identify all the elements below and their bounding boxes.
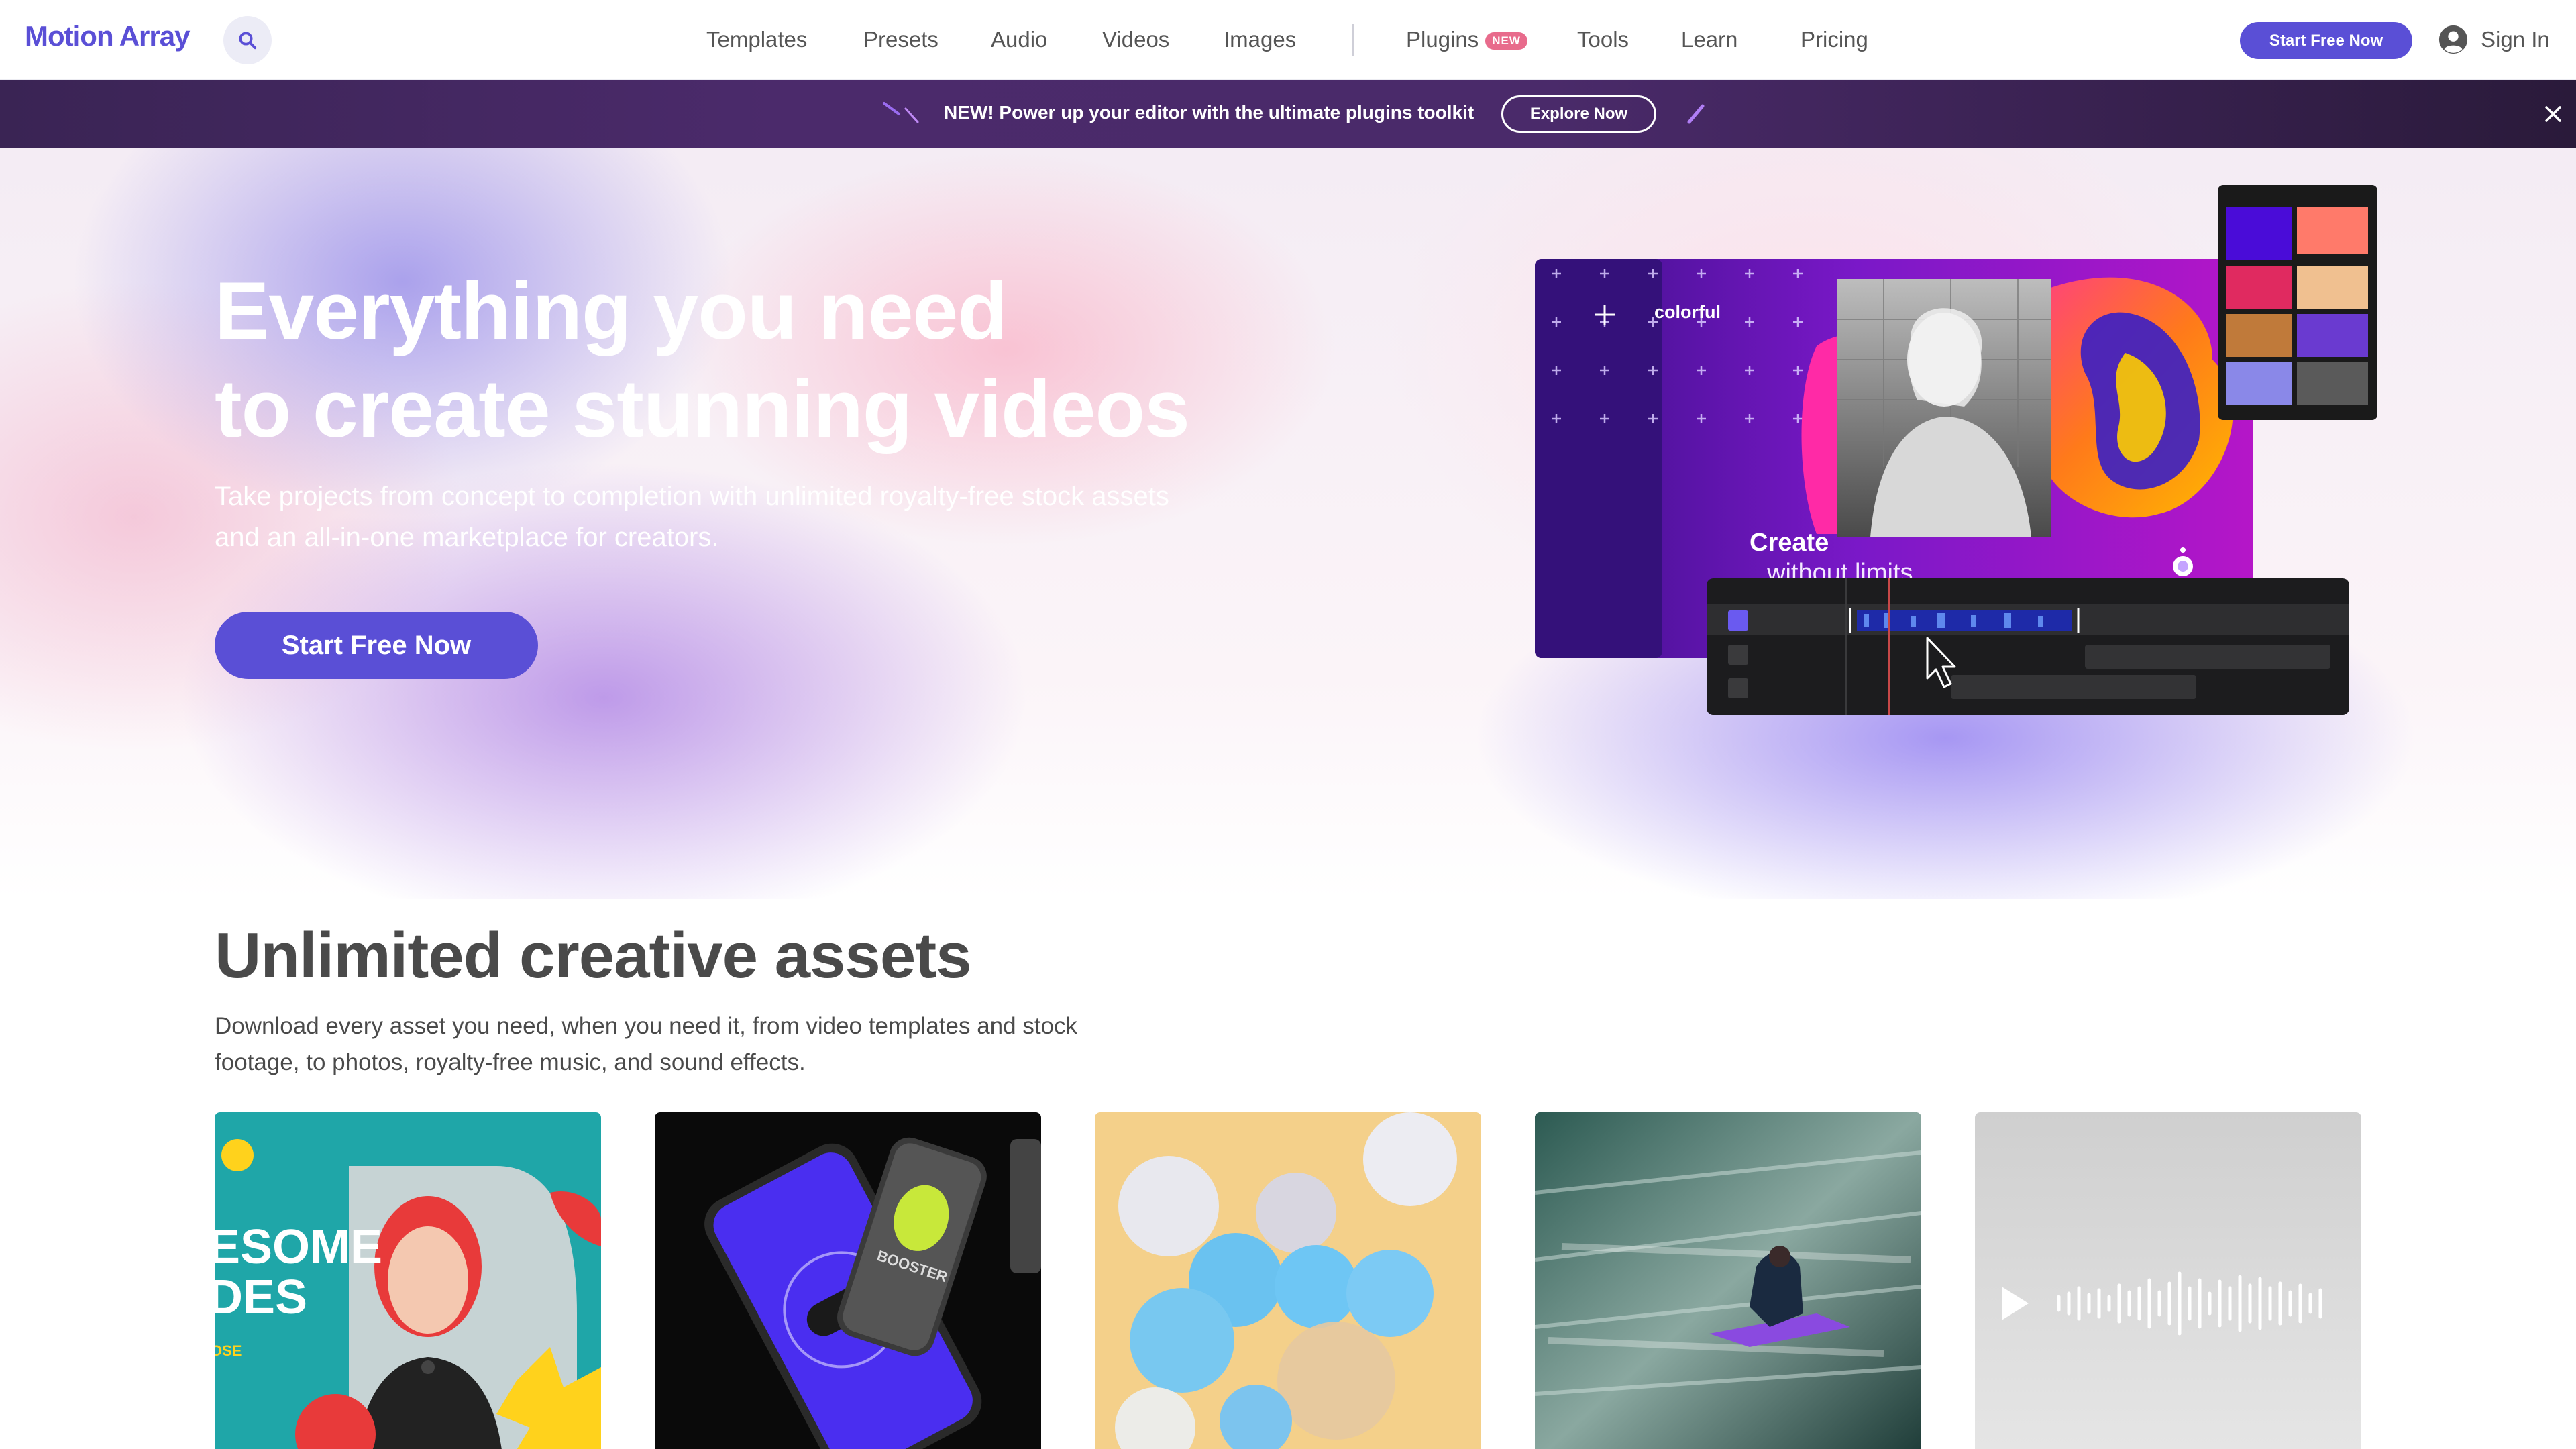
play-icon: [2002, 1287, 2029, 1320]
video-template-thumbnail: ESOME DES OSE: [215, 1139, 601, 1449]
new-badge: NEW: [1485, 32, 1527, 50]
surfer-thumbnail: [1535, 1112, 1921, 1449]
mockup-caption-1: Create: [1750, 529, 1829, 557]
colorful-tag: colorful: [1654, 302, 1721, 322]
hero-title-line-2: to create stunning videos: [215, 363, 1190, 454]
phone-mockup-thumbnail: BOOSTER: [704, 1137, 1041, 1449]
nav-audio[interactable]: Audio: [991, 27, 1047, 52]
nav-pricing[interactable]: Pricing: [1801, 27, 1868, 52]
logo[interactable]: Motion Array: [25, 20, 190, 52]
sign-in-link[interactable]: Sign In: [2481, 27, 2550, 52]
header-start-free-button[interactable]: Start Free Now: [2240, 22, 2412, 59]
search-icon: [239, 32, 257, 50]
site-header: Motion Array Templates Presets Audio Vid…: [0, 0, 2576, 80]
explore-now-button[interactable]: Explore Now: [1501, 95, 1656, 133]
close-icon[interactable]: [2540, 101, 2567, 127]
promo-banner: NEW! Power up your editor with the ultim…: [0, 80, 2576, 148]
nav-images[interactable]: Images: [1224, 27, 1296, 52]
hero-start-free-button[interactable]: Start Free Now: [215, 612, 538, 679]
editor-mockup-illustration: colorful Create without limits: [1535, 185, 2377, 715]
nav-learn[interactable]: Learn: [1681, 27, 1737, 52]
hero-subtitle: Take projects from concept to completion…: [215, 482, 1169, 552]
nav-tools[interactable]: Tools: [1577, 27, 1629, 52]
card1-text-a: ESOME: [215, 1220, 382, 1274]
nav-presets[interactable]: Presets: [863, 27, 938, 52]
hero-title: Everything you need to create stunning v…: [215, 262, 1489, 458]
asset-card-video-templates[interactable]: ESOME DES OSE: [215, 1112, 601, 1449]
asset-card-mockups[interactable]: BOOSTER: [655, 1112, 1041, 1449]
sparkle-decoration-right: [1687, 104, 1705, 124]
nav-plugins[interactable]: Plugins NEW: [1406, 27, 1527, 52]
nav-templates[interactable]: Templates: [706, 27, 807, 52]
nav-plugins-label: Plugins: [1406, 27, 1479, 52]
asset-card-stock-footage[interactable]: [1535, 1112, 1921, 1449]
waveform-icon: [2057, 1271, 2322, 1336]
asset-card-audio[interactable]: [1975, 1112, 2361, 1449]
promo-text: NEW! Power up your editor with the ultim…: [944, 102, 1474, 123]
card1-text-b: DES: [215, 1271, 307, 1324]
card1-text-c: OSE: [215, 1342, 241, 1359]
nav-videos[interactable]: Videos: [1102, 27, 1169, 52]
asset-card-images[interactable]: [1095, 1112, 1481, 1449]
nav-divider: [1352, 24, 1354, 56]
assets-title: Unlimited creative assets: [215, 920, 972, 991]
audio-waveform-thumbnail: [2002, 1271, 2322, 1336]
assets-subtitle: Download every asset you need, when you …: [215, 1013, 1078, 1075]
hero-title-line-1: Everything you need: [215, 265, 1008, 356]
search-button[interactable]: [223, 16, 272, 64]
sparkle-decoration-left: [883, 102, 919, 123]
user-icon[interactable]: [2438, 24, 2469, 55]
hero-section: Everything you need to create stunning v…: [0, 148, 2576, 899]
3d-spheres-thumbnail: [1115, 1112, 1457, 1449]
